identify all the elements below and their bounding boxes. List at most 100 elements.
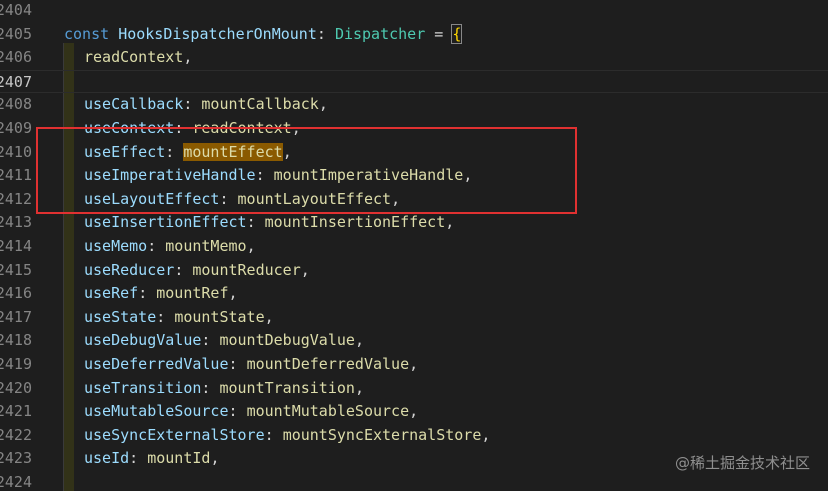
entry-key: useReducer [84, 260, 175, 279]
code-editor[interactable]: 2404 2405 const HooksDispatcherOnMount: Di… [0, 0, 828, 491]
line-number: 2407 [0, 72, 32, 91]
line-number: 2424 [0, 473, 32, 491]
open-brace: { [451, 23, 463, 44]
entry-value: mountMemo [165, 237, 247, 255]
code-line-declaration[interactable]: 2405 const HooksDispatcherOnMount: Dispat… [0, 23, 828, 47]
line-number: 2417 [0, 307, 32, 326]
entry-value: mountDebugValue [219, 331, 355, 350]
line-number: 2416 [0, 284, 32, 303]
line-number: 2405 [0, 24, 32, 43]
entry-value: mountId [147, 449, 211, 468]
entry-key: useCallback [84, 95, 184, 114]
entry-value: mountSyncExternalStore [282, 425, 482, 444]
entry-key: useInsertionEffect [84, 213, 247, 232]
line-number: 2421 [0, 402, 32, 421]
line-number: 2409 [0, 119, 32, 137]
entry-key: useRef [84, 284, 139, 303]
entry-key: useMemo [84, 237, 148, 255]
line-code: useSyncExternalStore: mountSyncExternalS… [84, 424, 490, 448]
comma: , [318, 95, 328, 114]
line-number: 2413 [0, 213, 32, 232]
line-code: useMutableSource: mountMutableSource, [84, 400, 418, 424]
line-code: useDeferredValue: mountDeferredValue, [84, 353, 418, 377]
code-line-entry[interactable]: 2408 useCallback: mountCallback, [0, 93, 828, 117]
comma: , [246, 237, 256, 255]
code-line-entry[interactable]: 2420 useTransition: mountTransition, [0, 377, 828, 401]
variable-name: HooksDispatcherOnMount [118, 24, 317, 43]
entry-separator: : [138, 284, 157, 303]
keyword-const: const [64, 24, 110, 43]
line-code: useRef: mountRef, [84, 282, 238, 306]
line-number: 2411 [0, 166, 32, 185]
code-line-entry[interactable]: 2414 useMemo: mountMemo, [0, 235, 828, 259]
line-code: readContext, [84, 46, 192, 70]
comma: , [228, 284, 238, 303]
line-number: 2415 [0, 260, 32, 279]
line-number: 2410 [0, 142, 32, 161]
entry-key: useMutableSource [84, 402, 229, 421]
line-number: 2422 [0, 425, 32, 444]
entry-separator: : [129, 449, 148, 468]
line-code: useMemo: mountMemo, [84, 235, 256, 259]
entry-separator: : [228, 355, 247, 373]
code-line-entry[interactable]: 2415 useReducer: mountReducer, [0, 259, 828, 283]
comma: , [481, 425, 491, 444]
code-line-entry[interactable]: 2419 useDeferredValue: mountDeferredValue… [0, 353, 828, 377]
colon: : [316, 24, 326, 43]
line-number: 2423 [0, 449, 32, 468]
line-number: 2404 [0, 1, 32, 19]
code-line-entry[interactable]: 2416 useRef: mountRef, [0, 282, 828, 306]
line-code: useCallback: mountCallback, [84, 93, 328, 117]
type-annotation: Dispatcher [334, 24, 426, 43]
line-number: 2408 [0, 95, 32, 114]
line-number: 2414 [0, 237, 32, 255]
code-line-footer[interactable]: 2424 [0, 471, 828, 491]
equals-sign: = [434, 24, 444, 43]
line-code: useTransition: mountTransition, [84, 377, 364, 401]
comma: , [409, 402, 419, 421]
entry-value: mountRef [156, 284, 229, 303]
entry-key: useDeferredValue [84, 355, 229, 373]
comma: , [354, 331, 364, 350]
entry-separator: : [228, 402, 247, 421]
highlight-annotation-box [36, 127, 577, 214]
entry-value: mountInsertionEffect [264, 213, 446, 232]
line-code: useId: mountId, [84, 447, 219, 471]
code-line-empty[interactable]: 2407 [0, 69, 828, 94]
entry-separator: : [156, 307, 175, 326]
entry-value: mountMutableSource [246, 402, 410, 421]
code-line-entry[interactable]: 2413 useInsertionEffect: mountInsertionEf… [0, 211, 828, 235]
code-line-entry[interactable]: 2421 useMutableSource: mountMutableSource… [0, 400, 828, 424]
entry-key: useId [84, 449, 130, 468]
entry-value: mountCallback [201, 95, 319, 114]
line-number: 2418 [0, 331, 32, 350]
code-line-entry[interactable]: 2422 useSyncExternalStore: mountSyncExter… [0, 424, 828, 448]
code-line-entry[interactable]: 2417 useState: mountState, [0, 306, 828, 330]
entry-value: mountState [174, 307, 265, 326]
line-number: 2412 [0, 189, 32, 208]
entry-separator: : [183, 95, 202, 114]
entry-key: useDebugValue [84, 331, 202, 350]
watermark: @稀土掘金技术社区 [674, 454, 810, 472]
line-code: useState: mountState, [84, 306, 274, 330]
entry-separator: : [174, 260, 193, 279]
comma: , [354, 378, 364, 397]
line-code: useDebugValue: mountDebugValue, [84, 329, 364, 353]
comma: , [300, 260, 310, 279]
line-code: useInsertionEffect: mountInsertionEffect… [84, 211, 454, 235]
comma: , [183, 48, 193, 67]
code-line-header[interactable]: 2404 [0, 0, 828, 23]
code-line-readcontext[interactable]: 2406 readContext, [0, 46, 828, 70]
line-number: 2420 [0, 378, 32, 397]
entry-separator: : [246, 213, 265, 232]
code-line-entry[interactable]: 2418 useDebugValue: mountDebugValue, [0, 329, 828, 353]
comma: , [210, 449, 220, 468]
comma: , [409, 355, 419, 373]
line-code: const HooksDispatcherOnMount: Dispatcher… [64, 23, 463, 47]
line-number: 2406 [0, 48, 32, 67]
comma: , [264, 307, 274, 326]
entry-value: mountReducer [192, 260, 301, 279]
entry-separator: : [147, 237, 166, 255]
entry-key: useTransition [84, 378, 202, 397]
line-code: useReducer: mountReducer, [84, 259, 310, 283]
